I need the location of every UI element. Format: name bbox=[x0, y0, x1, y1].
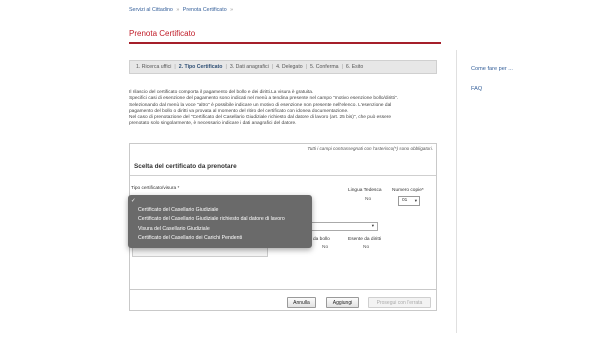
wizard-steps: 1. Ricerca uffici | 2. Tipo Certificato … bbox=[129, 60, 437, 74]
tipo-certificato-dropdown: ✓ Certificato del Casellario Giudiziale … bbox=[128, 195, 312, 248]
annulla-button[interactable]: Annulla bbox=[287, 297, 316, 308]
prosegui-button[interactable]: Prosegui con l'errata bbox=[368, 297, 431, 308]
lingua-tedesca-label: Lingua Tedesca bbox=[348, 188, 382, 193]
dropdown-option-casellario[interactable]: Certificato del Casellario Giudiziale bbox=[128, 206, 312, 215]
step-delegato: 4. Delegato bbox=[276, 64, 303, 70]
dropdown-option-casellario-datore[interactable]: Certificato del Casellario Giudiziale ri… bbox=[128, 215, 312, 224]
sidebar-link-faq[interactable]: FAQ bbox=[471, 86, 482, 92]
step-separator: | bbox=[341, 64, 343, 70]
step-dati-anagrafici: 3. Dati anagrafici bbox=[229, 64, 269, 70]
checkmark-icon: ✓ bbox=[131, 198, 136, 204]
step-esito: 6. Esito bbox=[345, 64, 364, 70]
esente-diritti-value: No bbox=[363, 245, 370, 250]
sidebar-divider bbox=[456, 50, 457, 333]
lingua-tedesca-value: No bbox=[365, 197, 372, 202]
esente-bollo-value: No bbox=[322, 245, 329, 250]
dropdown-option-label: Visura del Casellario Giudiziale bbox=[138, 225, 210, 232]
esente-diritti-label: Esente da diritti bbox=[348, 237, 382, 242]
intro-line: Specifici casi di esenzione del pagament… bbox=[129, 96, 398, 102]
chevron-down-icon: ▾ bbox=[414, 198, 417, 203]
dropdown-option-label: Certificato del Casellario Giudiziale bbox=[138, 207, 219, 214]
sidebar-link-come-fare[interactable]: Come fare per ... bbox=[471, 66, 513, 72]
step-separator: | bbox=[225, 64, 227, 70]
title-divider bbox=[129, 42, 441, 44]
step-conferma: 5. Conferma bbox=[310, 64, 339, 70]
dropdown-option-label: Certificato del Casellario dei Carichi P… bbox=[138, 234, 243, 241]
required-fields-note: Tutti i campi contrassegnati con l'aster… bbox=[307, 146, 433, 151]
chevron-down-icon: ▾ bbox=[371, 223, 374, 228]
breadcrumb-separator: » bbox=[230, 7, 234, 13]
numero-copie-select[interactable]: 01 ▾ bbox=[398, 196, 420, 206]
intro-line: prenotato solo singolarmente, è necessar… bbox=[129, 121, 297, 127]
dropdown-option-visura[interactable]: Visura del Casellario Giudiziale bbox=[128, 225, 312, 234]
breadcrumb-link-servizi[interactable]: Servizi al Cittadino bbox=[129, 7, 173, 13]
intro-text: Il rilascio del certificato comporta il … bbox=[129, 90, 443, 128]
step-ricerca-uffici: 1. Ricerca uffici bbox=[136, 64, 172, 70]
section-title: Scelta del certificato da prenotare bbox=[134, 163, 237, 170]
section-divider bbox=[130, 175, 436, 176]
dropdown-option-empty[interactable]: ✓ bbox=[128, 197, 312, 206]
tipo-certificato-label: Tipo certificato/visura * bbox=[131, 186, 180, 191]
buttons-divider bbox=[130, 289, 436, 290]
step-separator: | bbox=[174, 64, 176, 70]
step-tipo-certificato: 2. Tipo Certificato bbox=[178, 64, 223, 70]
numero-copie-value: 01 bbox=[402, 198, 408, 203]
dropdown-option-carichi-pendenti[interactable]: Certificato del Casellario dei Carichi P… bbox=[128, 234, 312, 243]
page-title: Prenota Certificato bbox=[129, 29, 196, 38]
dropdown-option-label: Certificato del Casellario Giudiziale ri… bbox=[138, 216, 285, 223]
step-separator: | bbox=[305, 64, 308, 70]
breadcrumb: Servizi al Cittadino » Prenota Certifica… bbox=[129, 7, 235, 13]
aggiungi-button[interactable]: Aggiungi bbox=[326, 297, 359, 308]
step-separator: | bbox=[271, 64, 274, 70]
breadcrumb-separator: » bbox=[176, 7, 180, 13]
numero-copie-label: Numero copie* bbox=[392, 188, 424, 193]
breadcrumb-link-prenota[interactable]: Prenota Certificato bbox=[183, 7, 227, 13]
